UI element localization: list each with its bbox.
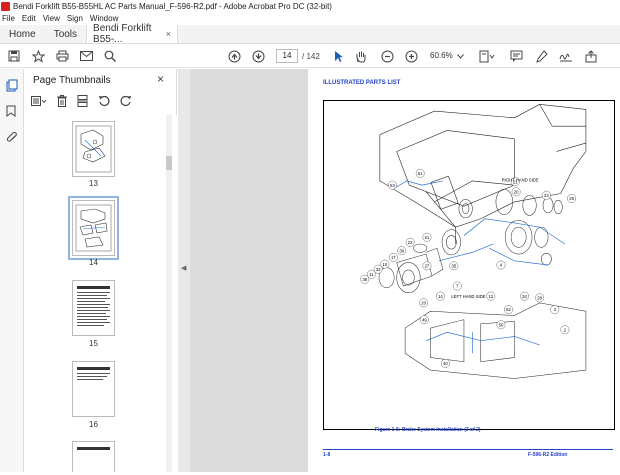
svg-text:17: 17 (391, 255, 396, 260)
zoom-out-icon[interactable] (380, 48, 394, 64)
close-panel-icon[interactable]: × (157, 72, 164, 86)
zoom-level[interactable]: 60.6% (430, 51, 453, 60)
tab-tools[interactable]: Tools (45, 25, 86, 43)
thumbnail-scroll-thumb[interactable] (166, 156, 172, 170)
email-icon[interactable] (78, 48, 94, 64)
svg-text:20: 20 (421, 301, 426, 306)
window-title: Bendi Forklift B55-B55HL AC Parts Manual… (13, 1, 332, 11)
zoom-in-icon[interactable] (404, 48, 418, 64)
svg-text:10: 10 (383, 262, 388, 267)
thumbnail-page-16[interactable] (72, 361, 115, 417)
svg-text:33: 33 (376, 267, 381, 272)
rotate-left-icon[interactable] (98, 95, 110, 110)
figure-caption: Figure 1-5: Brake System Installation (2… (375, 427, 481, 433)
footer-rule (323, 449, 613, 450)
signature-icon[interactable] (558, 48, 574, 64)
menu-edit[interactable]: Edit (22, 14, 36, 23)
svg-text:49: 49 (422, 317, 427, 322)
left-hand-side-label: LEFT HAND SIDE (451, 294, 485, 299)
chevron-down-icon[interactable] (455, 48, 465, 64)
share-icon[interactable] (583, 48, 599, 64)
page-heading: ILLUSTRATED PARTS LIST (323, 80, 401, 86)
highlight-pen-icon[interactable] (534, 48, 550, 64)
tab-home[interactable]: Home (0, 25, 45, 43)
thumbnail-label: 13 (89, 179, 98, 188)
svg-text:27: 27 (425, 264, 430, 269)
thumbnail-label: 16 (89, 420, 98, 429)
svg-text:51: 51 (418, 171, 423, 176)
collapse-panel-handle[interactable]: ◀ (178, 69, 190, 472)
acrobat-icon (1, 1, 10, 11)
save-icon[interactable] (6, 48, 22, 64)
previous-page-icon[interactable] (226, 48, 242, 64)
options-menu-icon[interactable] (31, 95, 47, 109)
svg-text:12: 12 (489, 294, 494, 299)
print-icon[interactable] (54, 48, 70, 64)
tab-document-label: Bendi Forklift B55-... (93, 23, 152, 45)
svg-text:40: 40 (443, 361, 448, 366)
svg-text:21: 21 (425, 235, 430, 240)
svg-text:14: 14 (438, 294, 443, 299)
next-page-icon[interactable] (250, 48, 266, 64)
close-tab-icon[interactable]: × (166, 29, 171, 39)
select-cursor-icon[interactable] (332, 48, 346, 64)
hand-tool-icon[interactable] (354, 48, 368, 64)
svg-text:23: 23 (544, 193, 549, 198)
menu-view[interactable]: View (43, 14, 60, 23)
bookmarks-icon[interactable] (6, 105, 18, 117)
page-total: / 142 (302, 52, 320, 61)
title-bar: Bendi Forklift B55-B55HL AC Parts Manual… (0, 0, 620, 12)
menu-window[interactable]: Window (90, 14, 118, 23)
thumbnail-page-15[interactable] (72, 280, 115, 336)
chevron-left-icon: ◀ (181, 265, 187, 272)
svg-text:53: 53 (390, 183, 395, 188)
brake-system-figure: 53 51 21 20 23 25 38 11 33 10 17 22 30 2… (323, 100, 615, 430)
rotate-right-icon[interactable] (120, 95, 132, 110)
tab-document[interactable]: Bendi Forklift B55-... × (86, 23, 179, 45)
svg-text:22: 22 (408, 240, 413, 245)
panel-title: Page Thumbnails (33, 75, 111, 86)
toolbar: 14 / 142 60.6% (0, 44, 620, 68)
svg-text:38: 38 (362, 277, 367, 282)
svg-text:30: 30 (399, 248, 404, 253)
page-thumbnails-icon[interactable] (6, 79, 18, 92)
comment-tool-icon[interactable] (508, 48, 524, 64)
edition-label: F-596-R2 Edition (528, 452, 568, 458)
svg-text:50: 50 (499, 322, 504, 327)
svg-text:28: 28 (537, 295, 542, 300)
right-hand-side-label: RIGHT HAND SIDE (502, 178, 539, 183)
page-number-label: 1-8 (323, 452, 331, 458)
pdf-page: ILLUSTRATED PARTS LIST 53 51 21 20 23 25… (308, 69, 620, 472)
svg-text:34: 34 (522, 294, 527, 299)
attachments-icon[interactable] (6, 131, 18, 143)
delete-page-icon[interactable] (57, 94, 67, 110)
svg-text:35: 35 (452, 264, 457, 269)
navigation-rail (0, 69, 24, 472)
svg-text:11: 11 (369, 272, 374, 277)
thumbnail-list: 13 14 15 16 (25, 115, 177, 472)
thumbnail-label: 14 (89, 258, 98, 267)
page-thumbnails-panel: Page Thumbnails × 13 14 15 16 (25, 69, 177, 472)
thumbnail-page-13[interactable] (72, 121, 115, 177)
search-icon[interactable] (102, 48, 118, 64)
panel-tools (31, 94, 132, 110)
thumbnail-label: 15 (89, 339, 98, 348)
bookmark-star-icon[interactable] (30, 48, 46, 64)
thumbnail-page-14[interactable] (68, 196, 119, 260)
svg-text:25: 25 (569, 196, 574, 201)
insert-page-icon[interactable] (77, 94, 88, 110)
menu-file[interactable]: File (2, 14, 15, 23)
thumbnail-page-next[interactable] (72, 441, 115, 472)
svg-text:20: 20 (514, 190, 519, 195)
menu-sign[interactable]: Sign (67, 14, 83, 23)
svg-text:52: 52 (506, 307, 511, 312)
tab-bar: Home Tools Bendi Forklift B55-... × (0, 23, 620, 45)
page-fit-icon[interactable] (477, 48, 497, 64)
page-number-input[interactable]: 14 (276, 49, 298, 63)
